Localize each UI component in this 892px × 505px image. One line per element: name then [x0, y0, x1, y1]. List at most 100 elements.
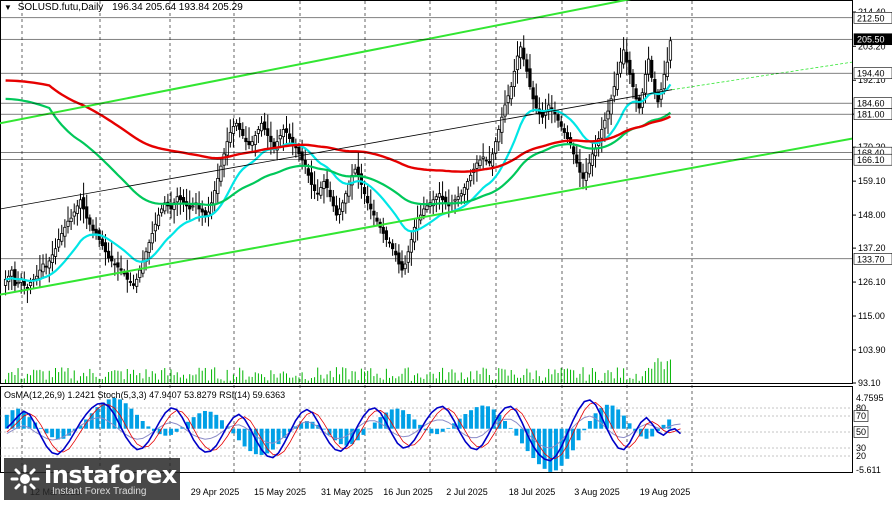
indicator-axis-label: 20: [856, 451, 866, 461]
candle-body: [481, 156, 485, 159]
osma-bar: [129, 408, 134, 429]
osma-bar: [469, 410, 474, 429]
x-axis-date-label: 18 Jul 2025: [509, 487, 556, 497]
price-level-label: 212.50: [857, 13, 885, 23]
candle-body: [475, 162, 479, 169]
channel-lower-line: [0, 137, 853, 296]
candle-body: [131, 283, 136, 286]
candle-body: [394, 250, 398, 256]
osma-bar: [593, 413, 598, 429]
candle-body: [41, 263, 45, 273]
chart-canvas[interactable]: 214.40203.20192.10181.00170.20159.10148.…: [0, 0, 892, 502]
candle-body: [337, 208, 342, 215]
candle-body: [668, 40, 673, 61]
candle-body: [28, 281, 33, 287]
candle-body: [125, 272, 129, 280]
candle-body: [353, 168, 357, 174]
osma-bar: [214, 414, 219, 429]
osma-bar: [429, 428, 434, 434]
osma-bar: [514, 428, 519, 436]
price-level-label: 194.40: [857, 69, 885, 79]
candle-body: [369, 203, 373, 210]
indicator-axis-label: 70: [856, 411, 866, 421]
candle-body: [459, 193, 463, 197]
candle-body: [331, 196, 335, 207]
osma-bar: [644, 428, 649, 439]
osma-bar: [146, 426, 151, 429]
ohlc-values: 196.34 205.64 193.84 205.29: [112, 2, 243, 13]
candle-body: [10, 269, 14, 277]
osma-bar: [463, 414, 468, 429]
candle-body: [625, 51, 629, 63]
candles-group: [3, 35, 673, 304]
candle-body: [465, 181, 470, 190]
candle-body: [128, 281, 133, 283]
candle-body: [506, 95, 510, 104]
candle-body: [409, 239, 413, 253]
osma-bar: [327, 428, 332, 435]
indicator-axis-label: 4.7595: [856, 393, 884, 403]
candle-body: [203, 210, 207, 216]
candle-body: [247, 140, 251, 146]
candle-body: [381, 226, 385, 234]
candle-body: [53, 248, 58, 257]
candle-body: [631, 72, 635, 88]
osma-bar: [242, 428, 247, 447]
candle-body: [135, 278, 139, 287]
candle-body: [415, 217, 420, 230]
candle-body: [100, 238, 104, 247]
candle-body: [444, 196, 448, 204]
logo-wordmark: instaforex: [44, 461, 177, 489]
x-axis-date-label: 16 Jun 2025: [383, 487, 433, 497]
candle-body: [584, 171, 588, 181]
osma-bar: [616, 409, 621, 429]
candle-body: [440, 195, 445, 201]
ema-mid-line: [5, 97, 672, 207]
osma-bar: [621, 415, 626, 429]
candle-body: [556, 114, 560, 121]
osma-bar: [650, 428, 655, 437]
candle-body: [606, 110, 610, 120]
osma-bar: [208, 411, 213, 429]
candle-body: [456, 196, 460, 200]
price-chart[interactable]: 214.40203.20192.10181.00170.20159.10148.…: [0, 0, 892, 502]
candle-body: [609, 98, 613, 115]
osma-bar: [101, 402, 106, 429]
trendline-projection: [671, 61, 853, 91]
candle-body: [628, 59, 632, 75]
candle-body: [35, 275, 39, 280]
main-pane-frame: [0, 0, 853, 384]
candle-body: [469, 174, 473, 182]
candle-body: [525, 59, 529, 72]
candle-body: [509, 86, 513, 100]
price-level-label: 184.60: [857, 99, 885, 109]
candle-body: [512, 70, 516, 87]
candle-body: [116, 262, 120, 268]
candle-body: [75, 205, 79, 214]
candle-body: [528, 68, 532, 88]
dropdown-triangle-icon[interactable]: ▼: [4, 3, 12, 12]
candle-body: [453, 199, 457, 202]
current-price-label: 205.50: [857, 35, 885, 45]
candle-body: [150, 233, 154, 244]
candle-body: [366, 195, 370, 204]
candle-body: [322, 181, 326, 189]
candle-body: [565, 132, 570, 140]
osma-bar: [372, 422, 377, 429]
candle-body: [138, 269, 142, 278]
symbol-timeframe: SOLUSD.futu,Daily: [17, 2, 104, 13]
candle-body: [306, 168, 310, 176]
candle-body: [122, 272, 126, 275]
instaforex-mark-icon: [10, 464, 40, 494]
candle-body: [259, 122, 264, 132]
candle-body: [250, 141, 254, 146]
candle-body: [241, 128, 245, 136]
candle-body: [284, 128, 289, 133]
candle-body: [160, 208, 164, 214]
candle-body: [153, 223, 157, 232]
candle-body: [662, 73, 666, 90]
osma-bar: [140, 421, 145, 429]
candle-body: [425, 205, 429, 210]
candle-body: [534, 95, 538, 109]
candle-body: [362, 187, 367, 195]
